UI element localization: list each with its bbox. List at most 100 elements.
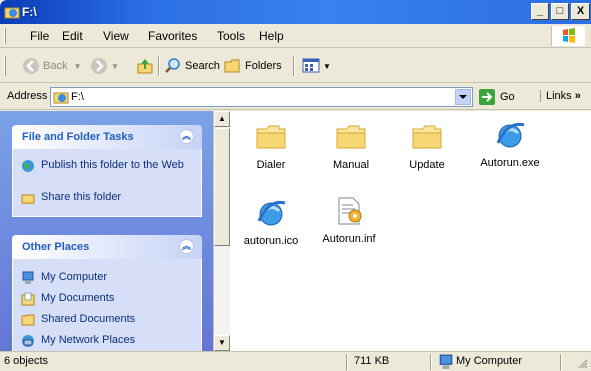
status-divider-2: [430, 354, 432, 370]
views-dropdown-icon[interactable]: ▼: [323, 62, 331, 71]
file-name: autorun.ico: [243, 235, 299, 247]
up-folder-button[interactable]: [136, 57, 154, 75]
minimize-button[interactable]: _: [531, 3, 549, 20]
up-folder-icon: [137, 59, 153, 74]
task-share-folder[interactable]: Share this folder: [21, 191, 121, 205]
status-location: My Computer: [456, 355, 523, 367]
scroll-thumb[interactable]: [214, 128, 230, 246]
folders-icon: [224, 59, 240, 73]
folder-icon: [412, 125, 442, 149]
scroll-down-arrow[interactable]: ▼: [214, 335, 230, 351]
file-name: Autorun.exe: [480, 157, 540, 169]
place-label: My Computer: [41, 271, 108, 283]
standard-toolbar: Back ▼ ▼ Search Folders ▼: [0, 49, 591, 83]
file-folder-tasks-header[interactable]: File and Folder Tasks ︽: [12, 125, 202, 149]
menu-file[interactable]: File: [30, 29, 49, 43]
place-label: My Documents: [41, 292, 115, 304]
status-size: 711 KB: [354, 355, 390, 367]
menu-bar: File Edit View Favorites Tools Help: [0, 24, 591, 48]
menu-help[interactable]: Help: [259, 29, 284, 43]
search-button[interactable]: Search: [164, 57, 220, 75]
links-toolbar[interactable]: Links »: [540, 90, 581, 102]
views-grid-icon: [302, 58, 320, 73]
collapse-icon[interactable]: ︽: [179, 239, 194, 254]
settings-file-icon: [338, 197, 362, 225]
folder-icon: [256, 125, 286, 149]
go-button[interactable]: Go: [478, 88, 515, 106]
scroll-up-arrow[interactable]: ▲: [214, 111, 230, 127]
documents-folder-icon: [21, 292, 35, 306]
menu-grip: [4, 28, 6, 44]
task-publish-web[interactable]: Publish this folder to the Web: [21, 159, 196, 173]
globe-icon: [22, 160, 34, 172]
other-places-body: My Computer My Documents Shared Document…: [12, 259, 202, 351]
task-pane: File and Folder Tasks ︽ Publish this fol…: [0, 111, 213, 351]
file-folder-tasks-body: Publish this folder to the Web Share thi…: [12, 149, 202, 217]
file-item-dialer[interactable]: Dialer: [236, 121, 306, 171]
file-item-autorun-ico[interactable]: autorun.ico: [236, 197, 306, 247]
task-label: Share this folder: [41, 191, 122, 203]
place-shared-documents[interactable]: Shared Documents: [21, 313, 135, 327]
computer-icon: [22, 271, 34, 284]
ie-globe-icon: [257, 200, 286, 226]
status-divider: [346, 354, 348, 370]
computer-icon: [439, 354, 453, 369]
place-my-documents[interactable]: My Documents: [21, 292, 114, 306]
windows-flag-icon: [563, 28, 575, 43]
address-input[interactable]: F:\: [50, 87, 473, 107]
folder-icon: [336, 125, 366, 149]
forward-dropdown-icon[interactable]: ▼: [111, 62, 119, 71]
menu-favorites[interactable]: Favorites: [148, 29, 197, 43]
panel-title: File and Folder Tasks: [22, 131, 134, 143]
resize-grip-icon[interactable]: [576, 357, 588, 369]
folder-app-icon: [4, 7, 20, 19]
file-name: Update: [409, 159, 445, 171]
task-label: Publish this folder to the Web: [41, 159, 184, 171]
other-places-header[interactable]: Other Places ︽: [12, 235, 202, 259]
panel-title: Other Places: [22, 241, 90, 253]
forward-button[interactable]: ▼: [90, 57, 119, 75]
place-label: My Network Places: [41, 334, 136, 346]
go-arrow-icon: [479, 89, 495, 105]
go-label: Go: [500, 91, 515, 103]
file-name: Manual: [332, 159, 370, 171]
file-name: Autorun.inf: [322, 233, 376, 245]
menu-view[interactable]: View: [103, 29, 129, 43]
place-my-computer[interactable]: My Computer: [21, 271, 107, 285]
place-my-network[interactable]: My Network Places: [21, 334, 135, 348]
address-label: Address: [7, 90, 48, 102]
collapse-icon[interactable]: ︽: [179, 129, 194, 144]
toolbar-grip: [4, 56, 6, 76]
menu-edit[interactable]: Edit: [62, 29, 83, 43]
maximize-button[interactable]: □: [551, 3, 569, 20]
address-dropdown-button[interactable]: [455, 89, 471, 105]
status-object-count: 6 objects: [4, 355, 49, 367]
file-item-manual[interactable]: Manual: [316, 121, 386, 171]
file-list-view[interactable]: Dialer Manual Update Autorun.exe autorun…: [230, 111, 591, 351]
share-folder-icon: [21, 194, 35, 204]
shared-folder-icon: [21, 314, 35, 326]
folders-label: Folders: [245, 60, 282, 72]
status-divider-3: [560, 354, 562, 370]
back-arrow-icon: [23, 58, 39, 74]
search-label: Search: [185, 60, 220, 72]
folders-button[interactable]: Folders: [224, 57, 282, 75]
ie-globe-icon: [496, 122, 525, 148]
back-dropdown-icon[interactable]: ▼: [73, 62, 81, 71]
close-button[interactable]: X: [571, 3, 590, 20]
links-label: Links: [546, 90, 572, 102]
task-pane-scrollbar[interactable]: ▲ ▼: [213, 111, 230, 351]
file-item-autorun-exe[interactable]: Autorun.exe: [470, 119, 550, 169]
file-item-autorun-inf[interactable]: Autorun.inf: [314, 195, 384, 245]
status-bar: 6 objects 711 KB My Computer: [0, 351, 591, 371]
menu-tools[interactable]: Tools: [217, 29, 245, 43]
network-icon: [22, 335, 34, 347]
place-label: Shared Documents: [41, 313, 136, 325]
file-item-update[interactable]: Update: [392, 121, 462, 171]
windows-logo: [551, 26, 585, 46]
title-bar[interactable]: F:\ _ □ X: [0, 0, 591, 24]
back-label: Back: [43, 60, 68, 72]
back-button[interactable]: Back ▼: [22, 57, 81, 75]
views-button[interactable]: ▼: [302, 57, 331, 75]
address-value: F:\: [71, 91, 84, 103]
